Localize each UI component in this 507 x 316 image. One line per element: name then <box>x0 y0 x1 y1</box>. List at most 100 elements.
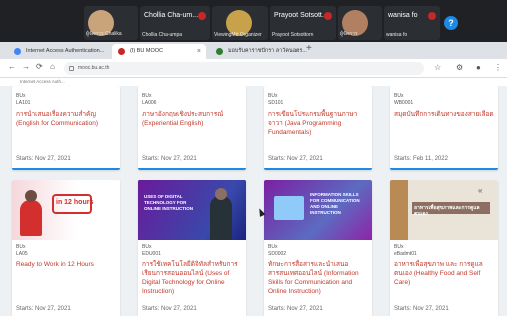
card-accent <box>390 168 498 170</box>
tab-label: (I) BU MOOC <box>130 48 163 54</box>
participant-name: Chollia Cha-um... <box>144 12 199 19</box>
course-card[interactable]: อาหารเพื่อสุขภาพและการดูแลตนเอง « BUx eB… <box>390 180 498 316</box>
course-title: การนำเสนอเรื่องความสำคัญ (English for Co… <box>16 111 99 127</box>
thumbnail-text: USES OF DIGITAL TECHNOLOGY FOR ONLINE IN… <box>144 194 193 211</box>
course-start-date: Starts: Nov 27, 2021 <box>268 156 323 162</box>
course-org: BUx <box>268 244 278 250</box>
course-title: Ready to Work in 12 Hours <box>16 261 94 268</box>
favicon-icon <box>14 48 21 55</box>
thumbnail-text: อาหารเพื่อสุขภาพและการดูแลตนเอง <box>414 205 480 217</box>
forward-icon[interactable]: → <box>22 62 30 71</box>
course-code: LA05 <box>16 251 28 257</box>
bookmark-item[interactable]: Internet Access Auth... <box>20 79 65 84</box>
course-page: BUx LA101 การนำเสนอเรื่องความสำคัญ (Engl… <box>0 86 507 316</box>
device-illustration <box>274 196 304 220</box>
course-org: BUx <box>394 93 404 99</box>
person-head <box>25 190 37 202</box>
tab-bu-mooc[interactable]: (I) BU MOOC × <box>112 44 206 59</box>
course-card[interactable]: BUx SD101 การเขียนโปรแกรมพื้นฐานภาษาจาวา… <box>264 86 372 170</box>
help-button[interactable]: ? <box>444 16 458 30</box>
back-icon[interactable]: ← <box>8 62 16 71</box>
course-code: WB0001 <box>394 100 414 106</box>
participant-sub: wanisa fo <box>386 32 408 38</box>
card-accent <box>264 168 372 170</box>
course-org: BUx <box>142 93 152 99</box>
course-thumbnail: INFORMATION SKILLS FOR COMMUNICATION AND… <box>264 180 372 240</box>
participant-sub: ผู้จัดการ Chalika <box>86 31 122 37</box>
tab-third[interactable]: มอบรับคาราชปักรา ลาวัคนอกร... × <box>210 44 307 59</box>
screen: ผู้จัดการ Chalika Chollia Cha-um... Chol… <box>0 0 507 316</box>
course-thumbnail: in 12 hours <box>12 180 120 240</box>
close-tab-icon[interactable]: × <box>197 44 201 59</box>
course-code: SD0002 <box>268 251 287 257</box>
course-start-date: Starts: Feb 11, 2022 <box>394 156 448 162</box>
person-figure <box>210 196 232 240</box>
bookmarks-bar: Internet Access Auth... <box>0 78 507 86</box>
mic-muted-icon <box>324 12 332 20</box>
thumbnail-text: INFORMATION SKILLS FOR COMMUNICATION AND… <box>310 192 360 215</box>
favicon-icon <box>216 48 223 55</box>
participant-tile[interactable]: ผู้จัดการ Chalika <box>84 6 138 40</box>
thumbnail-text: in 12 hours <box>56 199 94 206</box>
tab-label: Internet Access Authentication... <box>26 48 105 54</box>
course-title: การใช้เทคโนโลยีดิจิทัลสำหรับการเรียนการส… <box>142 261 238 295</box>
bookmark-star-icon[interactable]: ☆ <box>434 63 441 72</box>
close-tab-icon[interactable]: × <box>295 44 299 59</box>
course-org: BUx <box>16 93 26 99</box>
course-start-date: Starts: Nov 27, 2021 <box>142 156 197 162</box>
card-accent <box>12 168 120 170</box>
favicon-icon <box>118 48 125 55</box>
course-title: อาหารเพื่อสุขภาพ และ การดูแลตนเอง (Healt… <box>394 261 483 286</box>
participant-tile[interactable]: Prayoot Sotsott... Prayoot Sotsottorn <box>270 6 336 40</box>
course-card[interactable]: USES OF DIGITAL TECHNOLOGY FOR ONLINE IN… <box>138 180 246 316</box>
extensions-icon[interactable]: ⚙ <box>456 63 463 72</box>
lock-icon <box>69 66 74 71</box>
course-title: สมุดบันทึกการเดินทางของสายเลือด <box>394 111 494 118</box>
course-card[interactable]: BUx LA006 ภาษาอังกฤษเชิงประสบการณ์ (Expe… <box>138 86 246 170</box>
participant-tile[interactable]: ผู้จัดการ <box>338 6 382 40</box>
url-text: mooc.bu.ac.th <box>78 65 110 71</box>
tab-bar: Internet Access Authentication... (I) BU… <box>0 42 507 59</box>
course-card[interactable]: in 12 hours BUx LA05 Ready to Work in 12… <box>12 180 120 316</box>
course-code: eBadmt01 <box>394 251 417 257</box>
participant-sub: Chollia Cha-umpa <box>142 32 183 38</box>
card-accent <box>138 168 246 170</box>
course-title: การเขียนโปรแกรมพื้นฐานภาษาจาวา (Java Pro… <box>268 111 358 136</box>
course-title: ภาษาอังกฤษเชิงประสบการณ์ (Experiential E… <box>142 111 224 127</box>
person-figure <box>20 200 42 236</box>
reload-icon[interactable]: ⟳ <box>36 62 43 71</box>
course-card[interactable]: INFORMATION SKILLS FOR COMMUNICATION AND… <box>264 180 372 316</box>
mic-muted-icon <box>428 12 436 20</box>
participant-tile[interactable]: ViewingMtt Organizer <box>212 6 268 40</box>
participant-tile[interactable]: Chollia Cha-um... Chollia Cha-umpa <box>140 6 210 40</box>
profile-icon[interactable]: ● <box>476 63 481 72</box>
wood-texture <box>390 180 408 240</box>
course-thumbnail: อาหารเพื่อสุขภาพและการดูแลตนเอง « <box>390 180 498 240</box>
course-start-date: Starts: Nov 27, 2021 <box>268 306 323 312</box>
course-card[interactable]: BUx LA101 การนำเสนอเรื่องความสำคัญ (Engl… <box>12 86 120 170</box>
course-start-date: Starts: Nov 27, 2021 <box>394 306 449 312</box>
participant-sub: ViewingMtt Organizer <box>214 32 262 38</box>
participant-sub: Prayoot Sotsottorn <box>272 32 314 38</box>
participant-name: Prayoot Sotsott... <box>274 12 328 19</box>
course-org: BUx <box>16 244 26 250</box>
participant-sub: ผู้จัดการ <box>340 31 358 37</box>
home-icon[interactable]: ⌂ <box>50 62 55 71</box>
course-thumbnail: USES OF DIGITAL TECHNOLOGY FOR ONLINE IN… <box>138 180 246 240</box>
course-start-date: Starts: Nov 27, 2021 <box>142 306 197 312</box>
course-card[interactable]: BUx WB0001 สมุดบันทึกการเดินทางของสายเลื… <box>390 86 498 170</box>
menu-icon[interactable]: ⋮ <box>494 63 502 72</box>
video-call-strip: ผู้จัดการ Chalika Chollia Cha-um... Chol… <box>0 0 507 42</box>
tab-internet-access[interactable]: Internet Access Authentication... <box>8 44 108 59</box>
participant-tile[interactable]: wanisa fo wanisa fo <box>384 6 440 40</box>
course-code: LA006 <box>142 100 157 106</box>
course-org: BUx <box>394 244 404 250</box>
course-org: BUx <box>268 93 278 99</box>
new-tab-button[interactable]: + <box>306 43 312 54</box>
course-org: BUx <box>142 244 152 250</box>
url-input[interactable]: mooc.bu.ac.th <box>64 62 424 75</box>
nav-chevron-icon: « <box>478 186 483 195</box>
course-code: EDU001 <box>142 251 161 257</box>
address-bar: ← → ⟳ ⌂ mooc.bu.ac.th ☆ ⚙ ● ⋮ <box>0 59 507 78</box>
course-code: SD101 <box>268 100 284 106</box>
